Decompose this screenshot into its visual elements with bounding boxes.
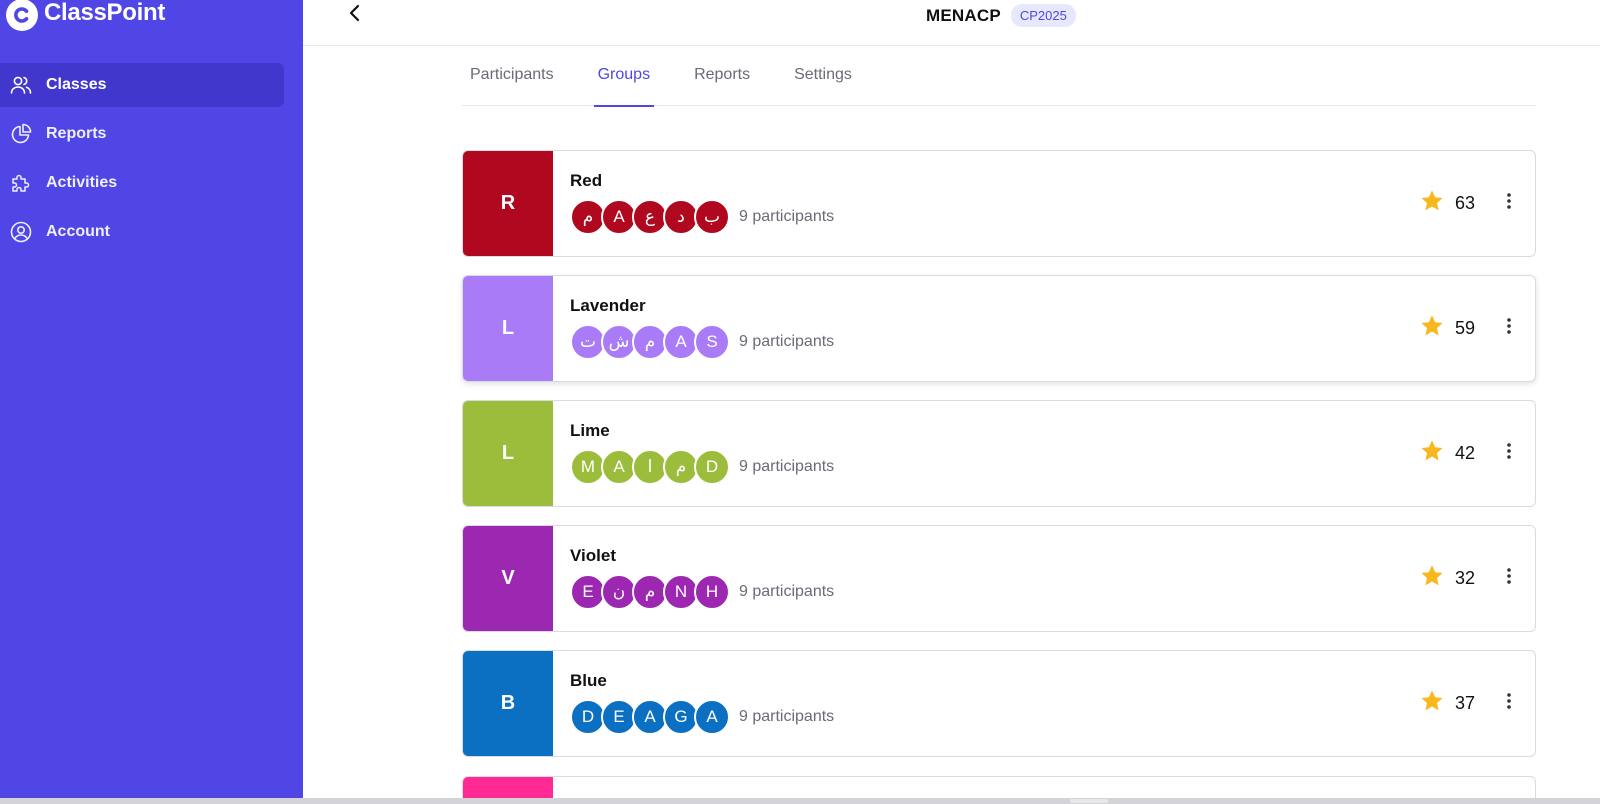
puzzle-icon [8, 170, 34, 196]
sidebar-item-reports[interactable]: Reports [0, 112, 284, 156]
star-icon [1419, 438, 1445, 469]
more-options-button[interactable] [1499, 441, 1519, 467]
class-title: MENACP CP2025 [926, 4, 1076, 27]
group-card-body: Lavender ت ش م A S 9 participants 59 [553, 276, 1535, 381]
group-star-count: 59 [1455, 318, 1476, 338]
participant-count: 9 participants [739, 458, 835, 475]
group-initial-tile: B [463, 651, 553, 756]
more-vertical-icon [1506, 441, 1512, 466]
group-score-area: 59 [1419, 276, 1519, 381]
pie-chart-icon [8, 121, 34, 147]
group-score-area: 37 [1419, 651, 1519, 756]
participant-count: 9 participants [739, 333, 835, 350]
group-card-body: Violet E ن م N H 9 participants 32 [553, 526, 1535, 631]
group-card-red[interactable]: R Red م A ع د ب 9 participants 63 [462, 150, 1536, 257]
sidebar-item-label: Classes [46, 76, 107, 93]
group-name: Red [570, 171, 603, 190]
star-icon [1419, 563, 1445, 594]
tab-groups[interactable]: Groups [593, 60, 655, 107]
tab-participants[interactable]: Participants [466, 60, 558, 106]
sidebar-item-label: Reports [46, 125, 107, 142]
star-icon [1419, 188, 1445, 219]
app-root: ClassPoint Classes Reports Activities Ac… [0, 0, 1600, 804]
participant-avatar[interactable]: A [694, 699, 730, 735]
users-icon [8, 72, 34, 98]
group-initial-tile: L [463, 276, 553, 381]
sidebar-item-label: Account [46, 223, 110, 240]
group-star-count: 37 [1455, 693, 1476, 713]
class-code-badge[interactable]: CP2025 [1010, 4, 1076, 27]
group-score-area: 32 [1419, 526, 1519, 631]
participant-avatars: DEAGA9 participants [570, 699, 1535, 735]
tab-settings[interactable]: Settings [790, 60, 856, 106]
more-vertical-icon [1506, 191, 1512, 216]
group-initial-tile: V [463, 526, 553, 631]
group-name: Lime [570, 421, 610, 440]
group-card-lime[interactable]: L Lime M A ا م D 9 participants 42 [462, 400, 1536, 507]
star-icon [1419, 313, 1445, 344]
group-card-body: Red م A ع د ب 9 participants 63 [553, 151, 1535, 256]
participant-avatars: مAعدب9 participants [570, 199, 1535, 235]
group-star-count: 32 [1455, 568, 1476, 588]
chevron-left-icon [348, 4, 362, 27]
participant-avatar[interactable]: ب [694, 199, 730, 235]
sidebar-nav: Classes Reports Activities Account [0, 63, 303, 259]
group-name: Blue [570, 671, 607, 690]
sidebar-item-account[interactable]: Account [0, 210, 284, 254]
back-button[interactable] [341, 2, 369, 28]
participant-avatar[interactable]: S [694, 324, 730, 360]
scrollbar-thumb[interactable] [1070, 799, 1108, 803]
brand-name: ClassPoint [44, 0, 166, 26]
more-options-button[interactable] [1499, 566, 1519, 592]
participant-avatar[interactable]: D [694, 449, 730, 485]
page-header: MENACP CP2025 [303, 0, 1600, 46]
tab-reports[interactable]: Reports [690, 60, 754, 106]
sidebar-item-activities[interactable]: Activities [0, 161, 284, 205]
group-initial-tile: R [463, 151, 553, 256]
group-score-area: 42 [1419, 401, 1519, 506]
user-circle-icon [8, 219, 34, 245]
more-options-button[interactable] [1499, 191, 1519, 217]
group-card-body: Blue D E A G A 9 participants 37 [553, 651, 1535, 756]
classpoint-logo[interactable]: ClassPoint [6, 0, 165, 32]
more-vertical-icon [1506, 566, 1512, 591]
class-name: MENACP [926, 5, 1001, 25]
participant-avatars: EنمNH9 participants [570, 574, 1535, 610]
more-options-button[interactable] [1499, 691, 1519, 717]
participant-avatar[interactable]: H [694, 574, 730, 610]
classpoint-logo-icon [6, 0, 38, 31]
tab-bar: Participants Groups Reports Settings [462, 60, 1536, 107]
more-vertical-icon [1506, 316, 1512, 341]
group-score-area: 63 [1419, 151, 1519, 256]
participant-count: 9 participants [739, 583, 835, 600]
sidebar-item-classes[interactable]: Classes [0, 63, 284, 107]
group-initial-tile: L [463, 401, 553, 506]
group-card-lavender[interactable]: L Lavender ت ش م A S 9 participants 59 [462, 275, 1536, 382]
group-name: Lavender [570, 296, 646, 315]
group-name: Violet [570, 546, 616, 565]
horizontal-scrollbar[interactable] [0, 798, 1600, 804]
more-options-button[interactable] [1499, 316, 1519, 342]
sidebar: ClassPoint Classes Reports Activities Ac… [0, 0, 303, 798]
group-star-count: 63 [1455, 193, 1476, 213]
sidebar-item-label: Activities [46, 174, 118, 191]
participant-count: 9 participants [739, 208, 835, 225]
participant-avatars: تشمAS9 participants [570, 324, 1535, 360]
participant-count: 9 participants [739, 708, 835, 725]
group-star-count: 42 [1455, 443, 1476, 463]
more-vertical-icon [1506, 691, 1512, 716]
group-card-violet[interactable]: V Violet E ن م N H 9 participants 32 [462, 525, 1536, 632]
star-icon [1419, 688, 1445, 719]
group-card-body: Lime M A ا م D 9 participants 42 [553, 401, 1535, 506]
participant-avatars: MAامD9 participants [570, 449, 1535, 485]
group-card-blue[interactable]: B Blue D E A G A 9 participants 37 [462, 650, 1536, 757]
